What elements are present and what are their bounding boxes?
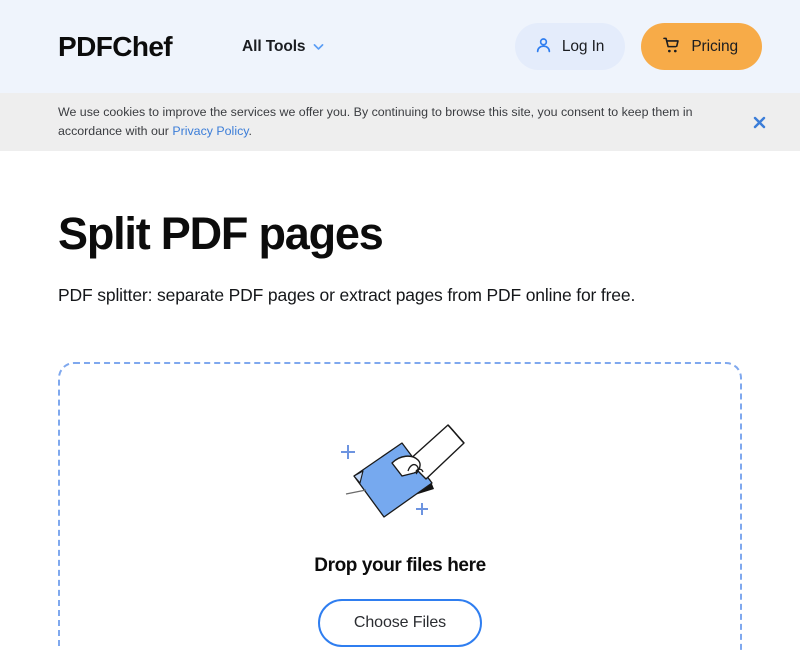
shopping-cart-icon [662, 36, 681, 58]
file-dropzone[interactable]: Drop your files here Choose Files [58, 361, 742, 650]
page-title: Split PDF pages [58, 208, 384, 259]
cookie-consent-banner: We use cookies to improve the services w… [0, 93, 800, 151]
cookie-text-before: We use cookies to improve the services w… [58, 105, 693, 138]
page-subtitle: PDF splitter: separate PDF pages or extr… [58, 284, 636, 305]
logo[interactable]: PDFChef [58, 32, 173, 61]
all-tools-label: All Tools [242, 37, 306, 55]
user-icon [534, 36, 553, 58]
cookie-text: We use cookies to improve the services w… [58, 103, 698, 140]
choose-files-button[interactable]: Choose Files [317, 598, 483, 647]
pricing-label: Pricing [691, 37, 738, 55]
main-content: Split PDF pages PDF splitter: separate P… [0, 209, 800, 650]
cookie-text-after: . [248, 124, 252, 138]
site-header: PDFChef All Tools Log In Pricing [0, 0, 800, 93]
header-actions: Log In Pricing [514, 23, 762, 70]
dropzone-title: Drop your files here [314, 554, 486, 576]
login-label: Log In [561, 37, 605, 55]
pricing-button[interactable]: Pricing [641, 23, 762, 70]
login-button[interactable]: Log In [514, 23, 626, 70]
privacy-policy-link[interactable]: Privacy Policy [172, 124, 248, 138]
chevron-down-icon [312, 40, 325, 53]
all-tools-menu[interactable]: All Tools [242, 38, 325, 56]
hand-holding-document-illustration [330, 364, 470, 531]
close-icon[interactable] [748, 111, 770, 133]
